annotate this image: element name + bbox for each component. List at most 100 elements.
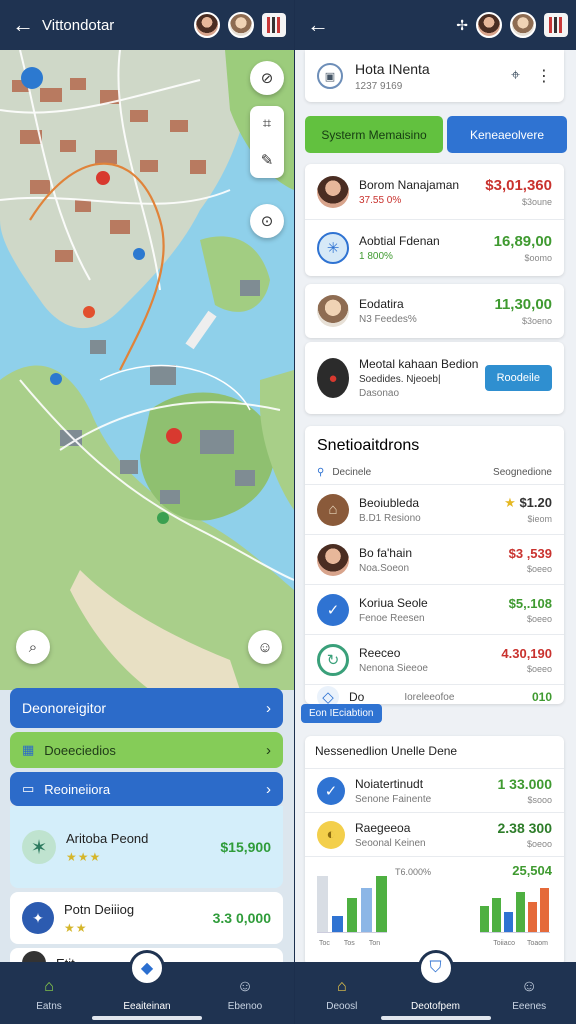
- mini-charts: T6.000% 25,504 Toc Tos Ton Toiiaco Toaom: [305, 857, 564, 953]
- transaction-amount: 010: [531, 690, 552, 704]
- avatar: [317, 295, 349, 327]
- user-icon: ☺: [236, 978, 254, 995]
- transaction-amount: $5,.108: [508, 595, 552, 611]
- chart-bar: [331, 916, 343, 932]
- bottom-nav: ⌂ Eatns ◆ Eeaiteinan ☺ Ebenoo: [0, 950, 294, 1024]
- list-item[interactable]: ✶ Aritoba Peond ★★★ $15,900: [10, 806, 283, 888]
- avatar[interactable]: [194, 12, 220, 38]
- list-item[interactable]: ✦ Potn Deiiiog ★★ 3.3 0,000: [10, 892, 283, 944]
- transaction-amount: 4.30,190: [501, 645, 552, 661]
- left-pane: ← Vittondotar ⊘ ⌗ ✎ ⊙ ⌕ ☺ Deonoreigitor …: [0, 0, 294, 1024]
- list-header-label: Deonoreigitor: [22, 700, 107, 716]
- star-logo-icon: ✶: [22, 830, 56, 864]
- green-action-button[interactable]: Systerm Memaisino: [305, 116, 443, 153]
- transaction-row[interactable]: Bo fa'hain Noa.Soeon $3 ,539 $oeeo: [305, 535, 564, 585]
- avatar[interactable]: [510, 12, 536, 38]
- grid-icon: ▦: [22, 742, 35, 757]
- layers-icon[interactable]: ⌗: [263, 115, 271, 132]
- summary-row[interactable]: ◐ Raegeeoa Seoonal Keinen 2.38 300 $oeoo: [305, 813, 564, 857]
- profile-button[interactable]: ☺: [248, 630, 282, 664]
- account-action-button[interactable]: Roodeile: [484, 365, 552, 391]
- map-view[interactable]: ⊘ ⌗ ✎ ⊙ ⌕ ☺: [0, 50, 294, 690]
- summary-name: Noiatertinudt: [355, 776, 424, 791]
- transaction-name: Koriua Seole: [359, 595, 428, 610]
- draw-icon[interactable]: ✎: [261, 151, 274, 169]
- summary-row[interactable]: ✓ Noiatertinudt Senone Fainente 1 33.000 $…: [305, 769, 564, 813]
- transaction-row[interactable]: ✓ Koriua Seole Fenoe Reesen $5,.108 $oeeo: [305, 585, 564, 635]
- summary-name: Raegeeoa: [355, 820, 411, 835]
- tooltip: Eon IEciabtion: [301, 704, 382, 723]
- header-card: ▣ Hota INenta 1237 9169 ⌖ ⋮: [305, 50, 564, 102]
- transaction-row[interactable]: ⌂ Beoiubleda B.D1 Resiono ★ $1.20 $ieom: [305, 485, 564, 535]
- avatar[interactable]: [228, 12, 254, 38]
- summary-title: Nessenedlion Unelle Dene: [305, 736, 564, 769]
- nav-home[interactable]: ⌂ Deoosl: [295, 962, 389, 1024]
- transaction-row[interactable]: ↻ Reeceo Nenona Sieeoe 4.30,190 $oeeo: [305, 635, 564, 685]
- user-icon: ☺: [521, 978, 538, 995]
- nav-label: Eeenes: [512, 1001, 547, 1012]
- home-indicator: [92, 1016, 202, 1020]
- star-icon: ★: [504, 495, 520, 510]
- nav-shield[interactable]: ⛉ Deotofpem: [389, 950, 483, 1024]
- accounts-card-3: ● Meotal kahaan Bedion Soedides. Njeoeb|…: [305, 342, 564, 414]
- search-icon: ⌕: [28, 638, 38, 656]
- nav-label: Ebenoo: [227, 1001, 263, 1012]
- account-subvalue: $3oune: [521, 196, 552, 207]
- chart-bar: [504, 912, 513, 932]
- books-icon[interactable]: [544, 13, 568, 37]
- account-note: Dasonao: [359, 388, 400, 399]
- summary-value: 1 33.000: [497, 776, 553, 792]
- transaction-detail: Nenona Sieeoe: [359, 662, 428, 674]
- bar-chart-right: [480, 873, 550, 933]
- search-button[interactable]: ⌕: [16, 630, 50, 664]
- accounts-card-2: Eodatira N3 Feedes% 11,30,00 $3oeno: [305, 284, 564, 338]
- tick-label: Toiiaco: [493, 940, 515, 947]
- transaction-subamount: $oeeo: [526, 663, 552, 674]
- item-price: 3.3 0,000: [212, 910, 271, 926]
- nav-home[interactable]: ⌂ Eatns: [0, 962, 98, 1024]
- chart-bar: [528, 902, 537, 932]
- account-row[interactable]: Borom Nanajaman 37.55 0% $3,01,360 $3oun…: [305, 164, 564, 220]
- transaction-detail: Noa.Soeon: [359, 562, 410, 574]
- transaction-detail: Ioreleeofoe: [404, 691, 455, 703]
- chevron-right-icon: ›: [266, 780, 271, 798]
- map-icon[interactable]: ⌖: [511, 67, 520, 85]
- chart-bar: [361, 888, 373, 932]
- list-row-label: Reoineiiora: [44, 781, 111, 797]
- item-price: $15,900: [220, 839, 271, 855]
- account-row[interactable]: ✳ Aobtial Fdenan 1 800% 16,89,00 $oomo: [305, 220, 564, 276]
- nav-profile[interactable]: ☺ Ebenoo: [196, 962, 294, 1024]
- chart-bar: [376, 876, 387, 932]
- tick-label: Toc: [319, 940, 330, 947]
- back-button[interactable]: ←: [303, 12, 333, 38]
- account-change: 1 800%: [359, 251, 393, 262]
- chart-ticks: Toc Tos Ton: [319, 940, 380, 947]
- books-icon[interactable]: [262, 13, 286, 37]
- map-tools: ⌗ ✎: [250, 106, 284, 178]
- compass-button[interactable]: ⊘: [250, 61, 284, 95]
- nav-profile[interactable]: ☺ Eeenes: [482, 962, 576, 1024]
- back-button[interactable]: ←: [8, 12, 38, 38]
- card-icon: ▭: [22, 781, 35, 796]
- avatar[interactable]: [476, 12, 502, 38]
- account-row[interactable]: ● Meotal kahaan Bedion Soedides. Njeoeb|…: [305, 342, 564, 414]
- account-row[interactable]: Eodatira N3 Feedes% 11,30,00 $3oeno: [305, 284, 564, 338]
- bar-chart-left: [317, 873, 387, 933]
- home-icon: ⌂: [44, 978, 54, 995]
- blue-action-button[interactable]: Keneaeolvere: [447, 116, 567, 153]
- chart-bar: [346, 898, 358, 932]
- transaction-detail: B.D1 Resiono: [359, 512, 421, 524]
- list-header[interactable]: Deonoreigitor ›: [10, 688, 283, 728]
- nav-explore[interactable]: ◆ Eeaiteinan: [98, 950, 196, 1024]
- summary-value: 2.38 300: [497, 820, 553, 836]
- list-row[interactable]: ▭ Reoineiiora ›: [10, 772, 283, 806]
- rating-stars: ★★: [64, 920, 88, 935]
- location-button[interactable]: ⊙: [250, 204, 284, 238]
- item-name: Potn Deiiiog: [64, 901, 135, 917]
- sparkle-icon[interactable]: ✢: [456, 17, 468, 34]
- account-change: 37.55 0%: [359, 194, 402, 206]
- more-icon[interactable]: ⋮: [536, 66, 552, 86]
- list-row[interactable]: ▦ Doeeciedios ›: [10, 732, 283, 768]
- transaction-subamount: $oeeo: [526, 563, 552, 574]
- chevron-right-icon: ›: [266, 699, 271, 717]
